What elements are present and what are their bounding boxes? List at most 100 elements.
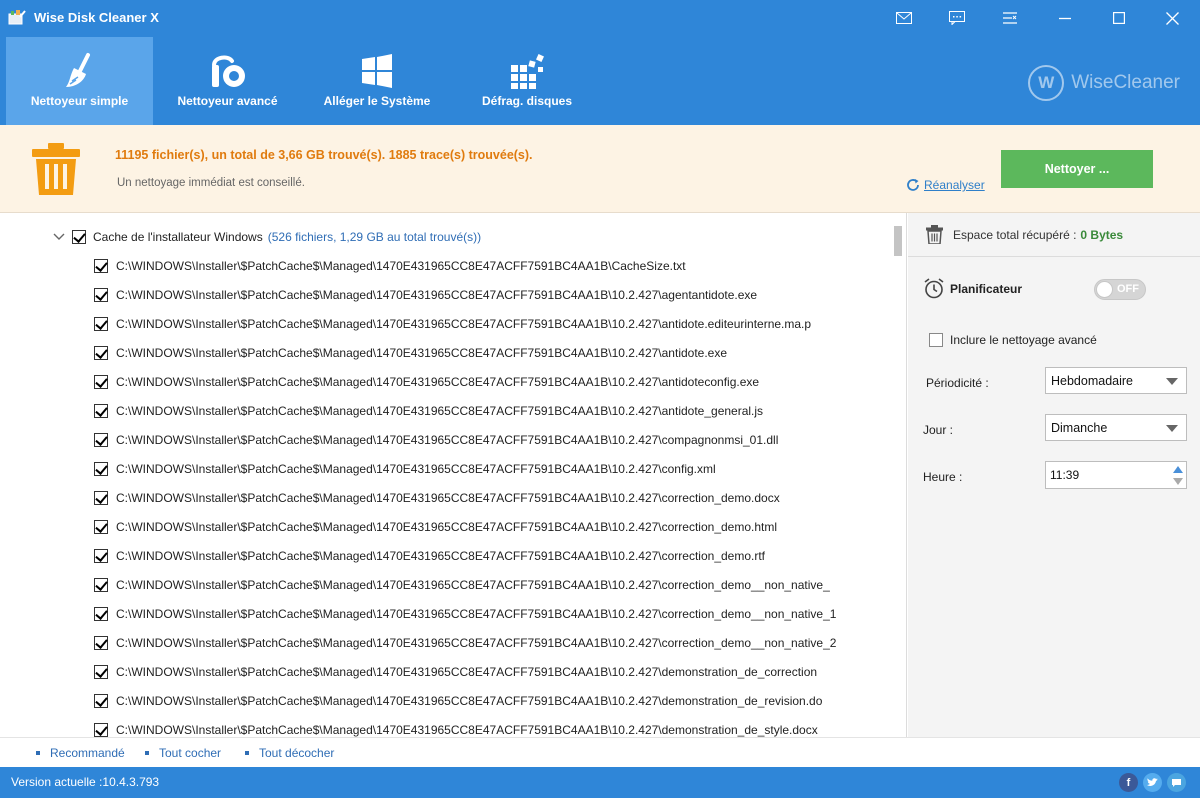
file-row[interactable]: C:\WINDOWS\Installer\$PatchCache$\Manage… [94,343,727,363]
file-row[interactable]: C:\WINDOWS\Installer\$PatchCache$\Manage… [94,285,757,305]
mail-button[interactable] [889,4,919,32]
spin-down-icon[interactable] [1172,476,1184,487]
include-advanced-checkbox[interactable] [929,333,943,347]
mail-icon [896,12,912,24]
tab-system-slim[interactable]: Alléger le Système [302,37,452,125]
file-row[interactable]: C:\WINDOWS\Installer\$PatchCache$\Manage… [94,691,822,711]
maximize-icon [1113,12,1125,24]
scheduler-title: Planificateur [950,281,1023,296]
file-checkbox[interactable] [94,578,108,592]
file-row[interactable]: C:\WINDOWS\Installer\$PatchCache$\Manage… [94,488,780,508]
periodicity-label: Périodicité : [926,376,989,390]
group-row-installer-cache[interactable]: Cache de l'installateur Windows (526 fic… [52,227,481,247]
file-checkbox[interactable] [94,288,108,302]
file-path: C:\WINDOWS\Installer\$PatchCache$\Manage… [116,665,818,679]
file-list[interactable]: Cache de l'installateur Windows (526 fic… [0,213,907,737]
feedback-button[interactable] [942,4,972,32]
scheduler-toggle[interactable]: OFF [1094,279,1146,300]
file-checkbox[interactable] [94,259,108,273]
file-checkbox[interactable] [94,375,108,389]
dropdown-arrow-icon [1166,378,1178,385]
file-checkbox[interactable] [94,607,108,621]
periodicity-value: Hebdomadaire [1051,373,1133,388]
file-path: C:\WINDOWS\Installer\$PatchCache$\Manage… [116,346,728,360]
periodicity-select[interactable]: Hebdomadaire [1045,367,1187,394]
file-checkbox[interactable] [94,433,108,447]
file-row[interactable]: C:\WINDOWS\Installer\$PatchCache$\Manage… [94,459,716,479]
time-input[interactable]: 11:39 [1045,461,1187,489]
include-advanced-row[interactable]: Inclure le nettoyage avancé [929,333,1097,347]
scrollbar[interactable] [890,213,906,737]
alarm-clock-icon [924,278,944,299]
file-path: C:\WINDOWS\Installer\$PatchCache$\Manage… [116,520,778,534]
file-checkbox[interactable] [94,520,108,534]
spin-up-icon[interactable] [1172,464,1184,475]
day-label-row: Jour : [923,423,953,437]
tab-simple-cleaner[interactable]: Nettoyeur simple [6,37,153,125]
file-checkbox[interactable] [94,665,108,679]
menu-button[interactable] [995,4,1025,32]
scheduler-header: Planificateur [924,278,1022,299]
facebook-icon[interactable]: f [1119,773,1138,792]
file-checkbox[interactable] [94,462,108,476]
file-row[interactable]: C:\WINDOWS\Installer\$PatchCache$\Manage… [94,546,765,566]
file-path: C:\WINDOWS\Installer\$PatchCache$\Manage… [116,491,780,505]
space-label: Espace total récupéré : [953,227,1077,242]
uncheck-all-link[interactable]: Tout décocher [245,746,334,760]
clean-button[interactable]: Nettoyer ... [1001,150,1153,188]
bullet-icon [245,751,249,755]
check-all-label: Tout cocher [159,746,222,760]
tab-advanced-cleaner[interactable]: Nettoyeur avancé [153,37,302,125]
file-row[interactable]: C:\WINDOWS\Installer\$PatchCache$\Manage… [94,633,836,653]
file-path: C:\WINDOWS\Installer\$PatchCache$\Manage… [116,549,766,563]
menu-list-icon [1003,12,1017,24]
file-path: C:\WINDOWS\Installer\$PatchCache$\Manage… [116,404,764,418]
file-checkbox[interactable] [94,404,108,418]
brand-name: WiseCleaner [1071,72,1180,93]
file-row[interactable]: C:\WINDOWS\Installer\$PatchCache$\Manage… [94,604,836,624]
file-checkbox[interactable] [94,346,108,360]
file-path: C:\WINDOWS\Installer\$PatchCache$\Manage… [116,288,758,302]
reanalyze-label: Réanalyser [924,178,985,192]
file-row[interactable]: C:\WINDOWS\Installer\$PatchCache$\Manage… [94,517,777,537]
bullet-icon [145,751,149,755]
check-all-link[interactable]: Tout cocher [145,746,221,760]
title-bar: Wise Disk Cleaner X [0,0,1200,36]
day-label: Jour : [923,423,954,437]
bullet-icon [36,751,40,755]
close-button[interactable] [1157,4,1187,32]
minimize-button[interactable] [1050,4,1080,32]
file-row[interactable]: C:\WINDOWS\Installer\$PatchCache$\Manage… [94,256,686,276]
day-select[interactable]: Dimanche [1045,414,1187,441]
file-row[interactable]: C:\WINDOWS\Installer\$PatchCache$\Manage… [94,720,818,737]
file-row[interactable]: C:\WINDOWS\Installer\$PatchCache$\Manage… [94,430,778,450]
file-checkbox[interactable] [94,491,108,505]
chevron-down-icon[interactable] [52,230,66,244]
windows-icon [362,54,392,88]
group-checkbox[interactable] [72,230,86,244]
twitter-icon[interactable] [1143,773,1162,792]
tab-label: Défrag. disques [481,94,573,108]
file-row[interactable]: C:\WINDOWS\Installer\$PatchCache$\Manage… [94,314,811,334]
feedback-icon[interactable] [1167,773,1186,792]
maximize-button[interactable] [1104,4,1134,32]
tab-label: Alléger le Système [323,94,431,108]
recommended-link[interactable]: Recommandé [36,746,125,760]
scrollbar-thumb[interactable] [894,226,902,256]
file-checkbox[interactable] [94,636,108,650]
file-row[interactable]: C:\WINDOWS\Installer\$PatchCache$\Manage… [94,401,763,421]
selection-links: Recommandé Tout cocher Tout décocher [0,737,1200,767]
trash-icon [32,143,80,195]
file-checkbox[interactable] [94,317,108,331]
reanalyze-link[interactable]: Réanalyser [906,178,985,192]
tab-defrag[interactable]: Défrag. disques [452,37,602,125]
app-title: Wise Disk Cleaner X [34,10,159,25]
file-path: C:\WINDOWS\Installer\$PatchCache$\Manage… [116,607,837,621]
file-row[interactable]: C:\WINDOWS\Installer\$PatchCache$\Manage… [94,372,759,392]
file-checkbox[interactable] [94,549,108,563]
file-checkbox[interactable] [94,723,108,737]
file-row[interactable]: C:\WINDOWS\Installer\$PatchCache$\Manage… [94,575,830,595]
uncheck-all-label: Tout décocher [259,746,335,760]
file-checkbox[interactable] [94,694,108,708]
file-row[interactable]: C:\WINDOWS\Installer\$PatchCache$\Manage… [94,662,817,682]
